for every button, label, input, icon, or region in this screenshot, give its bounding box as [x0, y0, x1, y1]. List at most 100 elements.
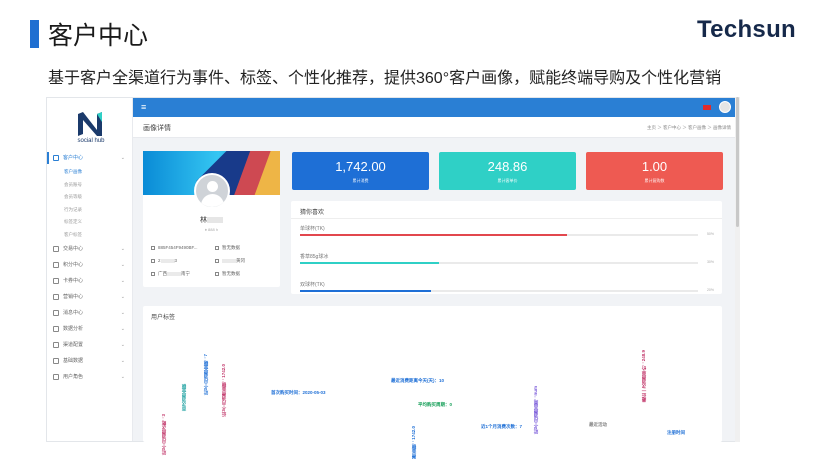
- marketing-icon: [53, 294, 59, 300]
- flag-icon[interactable]: [703, 105, 711, 110]
- stat-label: 累计复购数: [644, 178, 665, 183]
- user-tags-card: 用户标签 近3个月消费次数：3 首次消费金额 近3个月消费金额：7 近3个月消费金额：…: [143, 306, 722, 459]
- progress-percent: 30%: [706, 260, 714, 264]
- profile-phone: 23: [151, 258, 177, 263]
- breadcrumb[interactable]: 主页 ＞ 客户中心 ＞ 客户画像 ＞ 画像详情: [647, 125, 731, 131]
- sidebar-subitem[interactable]: 标签定义: [47, 216, 133, 229]
- profile-extra: 暂无数据: [215, 271, 240, 277]
- sidebar-item[interactable]: 数据分析 ⌄: [47, 321, 133, 337]
- sidebar-item-label: 营销中心: [63, 294, 84, 300]
- slide: 客户中心 Techsun 基于客户全渠道行为事件、标签、个性化推荐，提供360°…: [0, 0, 816, 459]
- progress-fill: [300, 290, 432, 292]
- user-tag: 平均购买周期：0: [418, 402, 453, 407]
- stat-card-repurchase: 1.00 累计复购数: [586, 152, 723, 190]
- user-tags-title: 用户标签: [151, 315, 176, 321]
- chevron-down-icon: ⌄: [120, 310, 125, 316]
- sidebar-item-label: 交易中心: [63, 246, 84, 252]
- sidebar-item[interactable]: 基础数据 ⌄: [47, 353, 133, 369]
- progress-fill: [300, 262, 440, 264]
- chevron-down-icon: ⌄: [120, 246, 125, 252]
- sidebar-subitem[interactable]: 行为记录: [47, 204, 133, 217]
- sidebar-item[interactable]: 用户角色 ⌄: [47, 369, 133, 385]
- slide-title: 客户中心: [48, 22, 149, 50]
- coupon-icon: [53, 278, 59, 284]
- id-icon: [151, 245, 155, 250]
- progress-track: [300, 234, 698, 236]
- profile-location: 黄冈: [215, 258, 245, 264]
- data-icon: [53, 358, 59, 364]
- sidebar-subitem[interactable]: 会员账号: [47, 179, 133, 192]
- sidebar-item-label: 积分中心: [63, 262, 84, 268]
- scrollbar-thumb[interactable]: [736, 97, 739, 227]
- scrollbar[interactable]: [735, 97, 740, 442]
- sidebar-item-label: 渠道配置: [63, 342, 84, 348]
- sidebar-item[interactable]: 消息中心 ⌄: [47, 305, 133, 321]
- logo-text: social hub: [77, 138, 105, 144]
- chevron-down-icon: ⌄: [120, 358, 125, 364]
- recommendation-label: 香草85g球冰: [300, 254, 329, 260]
- brand-logo: Techsun: [697, 16, 797, 43]
- topbar: ≡: [133, 98, 739, 117]
- sidebar-item[interactable]: 渠道配置 ⌄: [47, 337, 133, 353]
- sidebar-subitem[interactable]: 客户标签: [47, 229, 133, 242]
- analytics-icon: [53, 326, 59, 332]
- profile-id: 885F454F9490BF...: [151, 245, 198, 250]
- user-tag: 近3个月消费金额：7: [203, 354, 208, 396]
- sidebar-item-label: 数据分析: [63, 326, 84, 332]
- stat-label: 累计客单价: [497, 178, 518, 183]
- points-icon: [53, 262, 59, 268]
- user-tag: 近3个月消费金额：1742.0: [411, 426, 416, 459]
- recommendation-item: 香草85g球冰 30%: [300, 253, 714, 264]
- chevron-down-icon: ⌄: [120, 262, 125, 268]
- sidebar-item-label: 客户中心: [63, 155, 84, 161]
- user-tag: 近3个月消费金额：1742.0: [221, 364, 226, 417]
- sidebar-item[interactable]: 客户中心 ⌄: [47, 150, 133, 166]
- sidebar-item-label: 卡券中心: [63, 278, 84, 284]
- sidebar-subitem[interactable]: 客户画像: [47, 166, 133, 179]
- sidebar-item-label: 消息中心: [63, 310, 84, 316]
- user-avatar-icon: [194, 173, 230, 209]
- star-icon: [215, 271, 219, 276]
- monitor-icon: [53, 155, 59, 161]
- profile-name: 林: [143, 215, 280, 225]
- page-header: 画像详情 主页 ＞ 客户中心 ＞ 客户画像 ＞ 画像详情: [133, 117, 739, 138]
- stat-value: 1.00: [641, 159, 668, 174]
- stat-card-avg-order: 248.86 累计客单价: [439, 152, 576, 190]
- sidebar: social hub 客户中心 ⌄ 客户画像 会员账号 会员等级 行为记录 标签定义 客户标签…: [47, 98, 133, 441]
- social-hub-logo-icon: [78, 112, 102, 136]
- user-tag: 近3个月消费品类：num: [533, 386, 538, 435]
- chevron-down-icon: ⌄: [120, 294, 125, 300]
- recommendation-item: 单球杯(TK) 50%: [300, 225, 714, 236]
- stat-label: 累计消费: [352, 178, 369, 183]
- sidebar-item[interactable]: 积分中心 ⌄: [47, 257, 133, 273]
- avatar[interactable]: [719, 101, 731, 113]
- channel-icon: [53, 342, 59, 348]
- stat-value: 1,742.00: [335, 159, 386, 174]
- sidebar-item-label: 用户角色: [63, 374, 84, 380]
- recommendation-label: 双球杯(TK): [300, 282, 325, 288]
- user-tag: 注册时间: [667, 430, 685, 435]
- slide-subtitle: 基于客户全渠道行为事件、标签、个性化推荐，提供360°客户画像，赋能终端导购及个…: [48, 70, 722, 87]
- progress-fill: [300, 234, 567, 236]
- title-accent-bar: [30, 20, 39, 48]
- stat-card-total-spend: 1,742.00 累计消费: [292, 152, 429, 190]
- user-tag: 最近消费距离今天(天)：10: [391, 378, 445, 383]
- home-icon: [151, 271, 155, 276]
- recommendation-label: 单球杯(TK): [300, 226, 325, 232]
- user-tag: 首次消费金额: [181, 384, 186, 411]
- sidebar-subitem[interactable]: 会员等级: [47, 191, 133, 204]
- sidebar-item[interactable]: 交易中心 ⌄: [47, 241, 133, 257]
- profile-name-text: 林: [200, 217, 207, 224]
- progress-percent: 20%: [706, 288, 714, 292]
- sidebar-item[interactable]: 卡券中心 ⌄: [47, 273, 133, 289]
- sidebar-item[interactable]: 营销中心 ⌄: [47, 289, 133, 305]
- profile-sub: ♦ 888 h: [204, 227, 219, 232]
- sidebar-nav: 客户中心 ⌄ 客户画像 会员账号 会员等级 行为记录 标签定义 客户标签 交易中心 ⌄ 积分中心 ⌄ 卡…: [47, 150, 133, 385]
- page-title: 画像详情: [143, 125, 171, 132]
- chevron-down-icon: ⌄: [120, 374, 125, 380]
- profile-region: 广西 南宁: [151, 271, 190, 277]
- progress-track: [300, 290, 698, 292]
- chevron-down-icon: ⌄: [120, 342, 125, 348]
- user-tag: 近3个月消费次数：3: [161, 414, 166, 456]
- menu-icon[interactable]: ≡: [141, 102, 146, 112]
